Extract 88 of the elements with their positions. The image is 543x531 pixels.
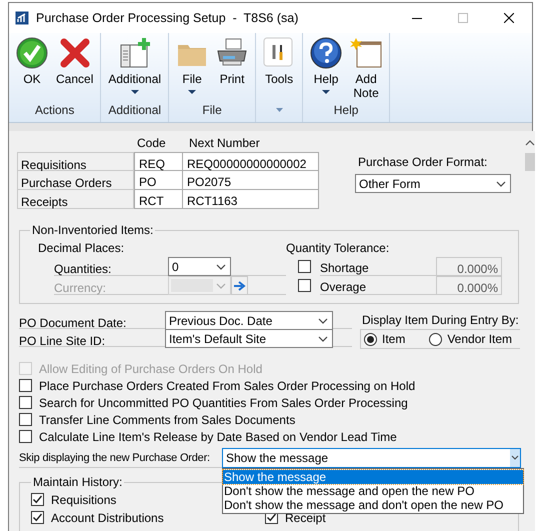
checkbox[interactable] — [19, 430, 32, 443]
dropdown[interactable]: Show the message — [222, 448, 521, 468]
input-field[interactable]: RCT1163 — [183, 190, 319, 209]
ribbon-button[interactable]: OK — [12, 37, 52, 86]
ribbon-button[interactable]: File — [172, 37, 212, 95]
dropdown[interactable]: Previous Doc. Date — [165, 311, 333, 330]
checkbox-label: Transfer Line Comments from Sales Documents — [39, 412, 296, 428]
checkbox-label: Receipt — [285, 510, 326, 526]
chevron-down-icon — [215, 280, 227, 290]
input-field[interactable]: REQ — [134, 152, 183, 171]
checkbox[interactable] — [19, 396, 32, 409]
group-title: Maintain History: — [32, 474, 124, 491]
field-label: Purchase Order Format: — [357, 154, 488, 171]
field-label: Skip displaying the new Purchase Order: — [19, 451, 211, 466]
checkbox[interactable] — [19, 379, 32, 392]
row-label: Requisitions — [17, 152, 134, 171]
checkbox[interactable] — [19, 413, 32, 426]
checkbox-label: Calculate Line Item's Release by Date Based on Vendor Lead Time — [39, 428, 397, 446]
chevron-down-icon — [317, 334, 329, 344]
checkbox-label: Allow Editing of Purchase Orders On Hold — [39, 360, 262, 378]
group-title: Non-Inventoried Items: — [31, 222, 154, 239]
input-field[interactable]: 0.000% — [436, 257, 502, 276]
ribbon-button[interactable]: Print — [212, 37, 252, 86]
radio-button[interactable] — [429, 332, 442, 346]
input-field[interactable]: RCT — [134, 190, 183, 209]
field-label: Currency: — [54, 280, 108, 294]
ribbon-button[interactable]: Cancel — [52, 37, 98, 86]
group-label: Actions — [35, 103, 74, 117]
scrollbar-thumb[interactable] — [525, 153, 535, 171]
chevron-down-icon — [511, 455, 519, 461]
row-label: Receipts — [17, 190, 134, 209]
group-label: File — [202, 103, 222, 117]
close-icon — [504, 13, 514, 23]
app-icon — [15, 11, 29, 25]
checkbox-label: Account Distributions — [51, 510, 164, 526]
question-mark-icon — [310, 37, 342, 69]
checkbox[interactable] — [31, 493, 44, 506]
field-label: PO Document Date: — [19, 315, 128, 328]
dropdown[interactable]: Item's Default Site — [165, 329, 333, 348]
dropdown-option[interactable]: Show the message — [223, 470, 523, 484]
checkbox-label: Search for Uncommitted PO Quantities From Sales Order Processing — [39, 394, 408, 412]
ribbon-button[interactable]: Help — [306, 37, 346, 95]
arrow-right-icon — [234, 280, 246, 290]
field-label: PO Line Site ID: — [19, 333, 106, 346]
maximize-icon — [458, 13, 468, 23]
dropdown-option[interactable]: Don't show the message and open the new PO — [223, 484, 523, 498]
dropdown-option[interactable]: Don't show the message and don't open the new PO — [223, 498, 523, 512]
note-star-icon — [350, 37, 382, 69]
checkbox-label: Overage — [320, 276, 436, 295]
field-label: Decimal Places: — [37, 240, 126, 257]
caret-icon — [276, 108, 283, 112]
ribbon-button[interactable]: Additional — [104, 37, 166, 95]
column-header: Next Number — [188, 135, 260, 152]
column-header: Code — [136, 135, 167, 152]
chevron-down-icon — [495, 178, 507, 188]
input-field[interactable]: REQ00000000000002 — [183, 152, 319, 171]
check-icon — [16, 37, 48, 69]
group-label: Additional — [108, 103, 162, 117]
group-label: Help — [334, 103, 358, 117]
input-field[interactable]: PO — [134, 171, 183, 190]
field-label: Quantities: — [54, 261, 112, 275]
scrollbar[interactable] — [525, 131, 535, 531]
chevron-down-icon — [317, 316, 329, 326]
ribbon-button[interactable]: Tools — [259, 37, 300, 86]
wrench-screwdriver-icon — [263, 37, 296, 69]
radio-button[interactable] — [364, 332, 377, 346]
ribbon-button[interactable]: Add Note — [346, 37, 386, 100]
checkbox-label: Shortage — [320, 257, 436, 276]
checkbox[interactable] — [298, 260, 311, 273]
row-label: Purchase Orders — [17, 171, 134, 190]
field-label: Display Item During Entry By: — [361, 312, 520, 329]
chevron-down-icon — [215, 262, 227, 272]
checkbox[interactable] — [298, 279, 311, 292]
checkbox-label: Requisitions — [51, 492, 116, 508]
radio-label: Item — [382, 331, 406, 348]
dropdown[interactable]: 0 — [168, 257, 231, 276]
radio-label: Vendor Item — [447, 331, 512, 348]
close-icon — [58, 37, 91, 69]
input-field[interactable]: 0.000% — [436, 276, 502, 295]
checkbox-label: Place Purchase Orders Created From Sales Order Processing on Hold — [39, 378, 416, 394]
field-label: Quantity Tolerance: — [286, 240, 390, 257]
window-title: Purchase Order Processing Setup - T8S6 (sa) — [36, 10, 298, 27]
scroll-up-icon — [525, 139, 535, 147]
go-button[interactable] — [231, 276, 248, 295]
input-field[interactable]: PO2075 — [183, 171, 319, 190]
window-plus-icon — [118, 37, 151, 69]
checkbox[interactable] — [31, 511, 44, 524]
dropdown[interactable]: Other Form — [355, 174, 511, 193]
